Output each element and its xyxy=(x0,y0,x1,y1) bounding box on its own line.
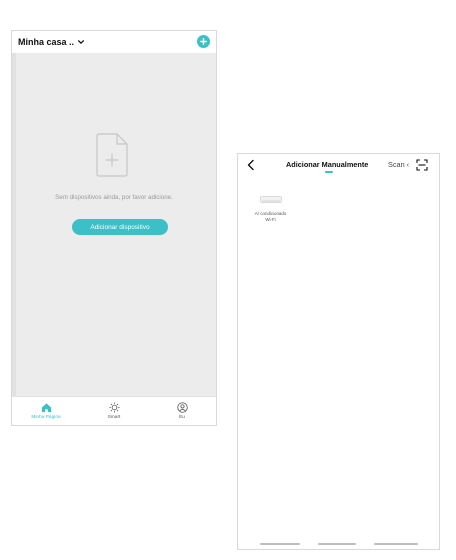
add-button[interactable] xyxy=(197,35,210,48)
home-screen: Minha casa .. Sem dispositivos ainda, po… xyxy=(11,30,217,426)
tab-label-my-page: Minha Página xyxy=(31,415,61,420)
home-name: Minha casa .. xyxy=(18,37,75,47)
device-list-area: Sem dispositivos ainda, por favor adicio… xyxy=(12,53,216,397)
empty-document-icon xyxy=(96,133,128,177)
bottom-tab-bar: Minha Página Smart Eu xyxy=(12,396,216,425)
tab-smart[interactable]: Smart xyxy=(80,397,148,425)
add-device-header: Adicionar Manualmente Scan ‹ xyxy=(238,154,439,176)
strip-segment xyxy=(374,543,418,545)
tab-label-profile: Eu xyxy=(179,415,185,420)
scan-icon[interactable] xyxy=(416,159,428,171)
home-icon xyxy=(41,403,51,413)
device-name: Ar condicionado Wi-Fi xyxy=(248,211,293,222)
scroll-edge xyxy=(12,53,16,397)
home-selector[interactable]: Minha casa .. xyxy=(18,37,85,47)
strip-segment xyxy=(318,543,356,545)
plus-icon xyxy=(200,38,207,45)
device-name-line-2: Wi-Fi xyxy=(265,216,276,222)
tab-label-smart: Smart xyxy=(107,415,121,420)
user-icon xyxy=(176,402,188,413)
tab-profile[interactable]: Eu xyxy=(148,397,216,425)
tab-scan[interactable]: Scan ‹ xyxy=(388,160,412,169)
sun-icon xyxy=(108,402,120,413)
tab-my-page[interactable]: Minha Página xyxy=(12,397,80,425)
back-arrow-icon[interactable] xyxy=(246,159,256,171)
tab-add-manually[interactable]: Adicionar Manualmente xyxy=(286,160,368,169)
add-device-screen: Adicionar Manualmente Scan ‹ Ar condicio… xyxy=(237,153,440,550)
air-conditioner-icon xyxy=(259,196,282,203)
device-tile-air-conditioner[interactable]: Ar condicionado Wi-Fi xyxy=(248,196,293,222)
bottom-navigation-strip xyxy=(238,539,439,549)
strip-segment xyxy=(260,543,300,545)
add-device-button[interactable]: Adicionar dispositivo xyxy=(72,219,168,235)
empty-message: Sem dispositivos ainda, por favor adicio… xyxy=(55,194,173,201)
home-header: Minha casa .. xyxy=(12,31,216,53)
chevron-down-icon xyxy=(77,40,85,44)
active-tab-indicator xyxy=(325,171,333,173)
